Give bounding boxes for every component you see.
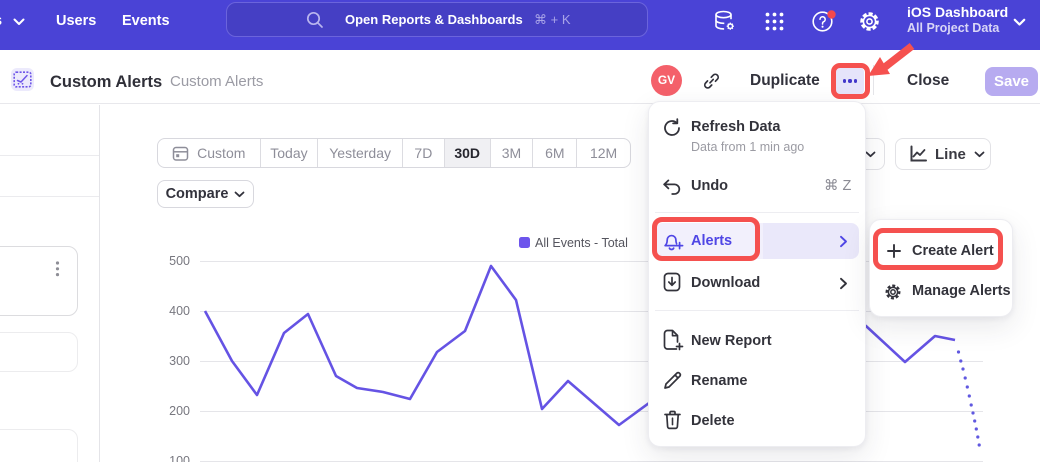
svg-text:500: 500 — [169, 254, 190, 268]
svg-text:100: 100 — [169, 454, 190, 462]
svg-text:300: 300 — [169, 354, 190, 368]
svg-text:400: 400 — [169, 304, 190, 318]
svg-text:200: 200 — [169, 404, 190, 418]
